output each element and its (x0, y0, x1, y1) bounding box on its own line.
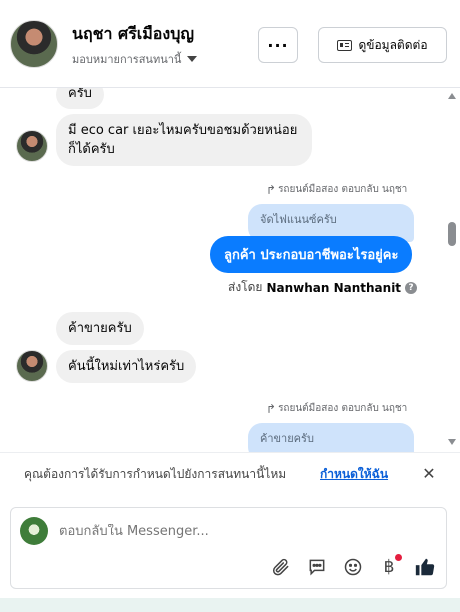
outgoing-message: ลูกค้า ประกอบอาชีพอะไรอยู่คะ (210, 236, 413, 273)
speech-bubble-icon[interactable] (306, 556, 328, 578)
reply-arrow-icon: ↱ (266, 182, 277, 197)
reply-input[interactable] (59, 524, 419, 539)
reply-context: ↱ รถยนต์มือสอง ตอบกลับ นฤชา (266, 401, 407, 416)
help-icon[interactable]: ? (405, 281, 418, 294)
message-thread[interactable]: ครับ มี eco car เยอะไหมครับขอชมด้วยหน่อย… (0, 88, 460, 452)
view-contact-label: ดูข้อมูลติดต่อ (358, 37, 428, 52)
incoming-message: คันนี้ใหม่เท่าไหร่ครับ (56, 350, 197, 383)
thumbs-up-icon[interactable] (414, 556, 436, 578)
smiley-icon[interactable] (342, 556, 364, 578)
assign-dropdown[interactable]: มอบหมายการสนทนานี้ (72, 50, 198, 68)
message-text: ครับ (68, 88, 92, 101)
contact-avatar[interactable] (10, 20, 58, 68)
assign-banner: คุณต้องการได้รับการกำหนดไปยังการสนทนานี้… (0, 452, 460, 494)
more-options-button[interactable]: ··· (258, 27, 298, 63)
message-text: ลูกค้า ประกอบอาชีพอะไรอยู่คะ (224, 248, 399, 263)
message-composer: ฿ (10, 507, 447, 589)
replied-message-text: ค้าขายครับ (260, 432, 314, 445)
incoming-message: ครับ (56, 88, 104, 109)
message-text-line: ก็ได้ครับ (68, 142, 115, 157)
bottom-strip (0, 598, 460, 612)
reply-context: ↱ รถยนต์มือสอง ตอบกลับ นฤชา (266, 182, 407, 197)
close-icon[interactable]: ✕ (420, 464, 438, 483)
notification-dot (395, 554, 402, 561)
message-text-line: มี eco car เยอะไหมครับขอชมด้วยหน่อย (68, 123, 298, 138)
reply-arrow-icon: ↱ (266, 401, 277, 416)
reply-context-label: รถยนต์มือสอง ตอบกลับ นฤชา (278, 184, 408, 195)
composer-toolbar: ฿ (270, 554, 436, 578)
reply-context-label: รถยนต์มือสอง ตอบกลับ นฤชา (278, 403, 408, 414)
replied-message-text: จัดไฟแนนซ์ครับ (260, 213, 337, 226)
paperclip-icon[interactable] (270, 556, 292, 578)
message-text: ค้าขายครับ (68, 321, 132, 336)
assign-question: คุณต้องการได้รับการกำหนดไปยังการสนทนานี้… (24, 467, 287, 481)
scrollbar-thumb[interactable] (448, 222, 456, 246)
contact-name[interactable]: นฤชา ศรีเมืองบุญ (72, 22, 194, 47)
sent-by-prefix: ส่งโดย (228, 280, 263, 294)
assign-to-me-link[interactable]: กำหนดให้ฉัน (320, 465, 388, 484)
incoming-message: มี eco car เยอะไหมครับขอชมด้วยหน่อย ก็ได… (56, 114, 312, 166)
caret-down-icon (187, 56, 198, 62)
sent-by-info: ส่งโดย Nanwhan Nanthanit ? (228, 278, 418, 297)
scroll-down-arrow-icon[interactable] (448, 439, 456, 445)
page-avatar (20, 517, 48, 545)
assign-label: มอบหมายการสนทนานี้ (72, 53, 182, 66)
sender-name: Nanwhan Nanthanit (266, 280, 402, 295)
replied-message-preview[interactable]: ค้าขายครับ (248, 423, 414, 452)
contact-avatar-small (16, 130, 48, 162)
scroll-up-arrow-icon[interactable] (448, 93, 456, 99)
view-contact-button[interactable]: ดูข้อมูลติดต่อ (318, 27, 447, 63)
conversation-header: นฤชา ศรีเมืองบุญ มอบหมายการสนทนานี้ ··· … (0, 0, 460, 88)
incoming-message: ค้าขายครับ (56, 312, 144, 345)
id-card-icon (337, 39, 353, 51)
contact-avatar-small (16, 350, 48, 382)
baht-icon[interactable]: ฿ (378, 554, 402, 578)
message-text: คันนี้ใหม่เท่าไหร่ครับ (68, 359, 185, 374)
